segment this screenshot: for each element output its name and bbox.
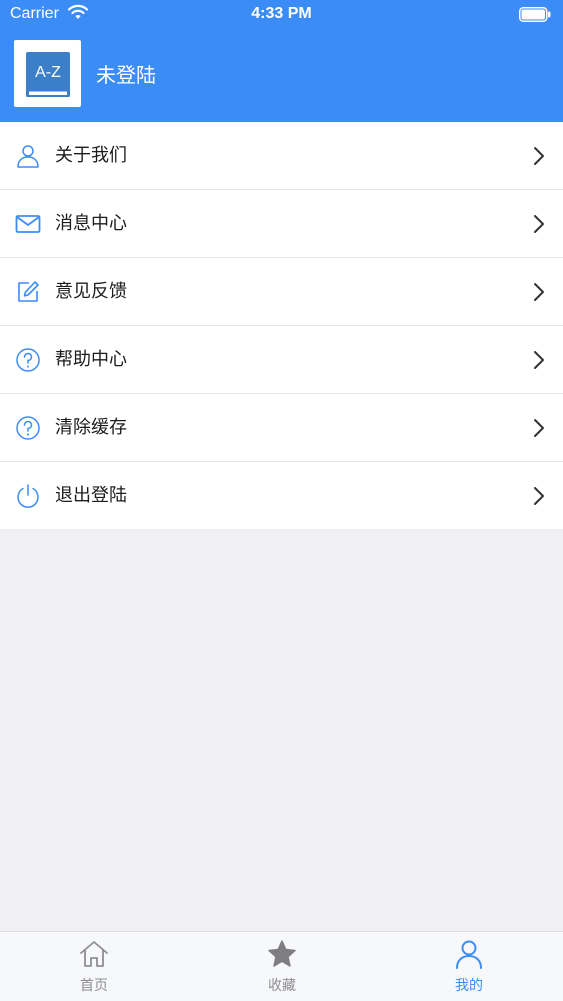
menu-item-logout[interactable]: 退出登陆 bbox=[0, 462, 563, 529]
tab-profile[interactable]: 我的 bbox=[409, 932, 529, 1001]
menu-item-label: 关于我们 bbox=[55, 145, 127, 166]
header: Carrier 4:33 PM A-Z 未登陆 bbox=[0, 0, 563, 122]
mail-icon bbox=[15, 215, 41, 233]
menu-item-label: 退出登陆 bbox=[55, 485, 127, 506]
menu-item-label: 意见反馈 bbox=[55, 281, 127, 302]
help-icon bbox=[16, 348, 40, 372]
settings-menu: 关于我们 消息中心 意见反馈 帮助中心 清除缓存 退出登陆 bbox=[0, 122, 563, 529]
chevron-right-icon bbox=[534, 283, 544, 301]
status-time: 4:33 PM bbox=[251, 5, 312, 22]
star-icon bbox=[268, 940, 296, 967]
menu-item-clear-cache[interactable]: 清除缓存 bbox=[0, 394, 563, 462]
chevron-right-icon bbox=[534, 351, 544, 369]
dictionary-az-icon: A-Z bbox=[26, 52, 70, 97]
menu-item-help[interactable]: 帮助中心 bbox=[0, 326, 563, 394]
tab-favorites[interactable]: 收藏 bbox=[222, 932, 342, 1001]
person-icon bbox=[456, 940, 482, 969]
chevron-right-icon bbox=[534, 215, 544, 233]
edit-icon bbox=[18, 281, 39, 302]
status-bar: Carrier 4:33 PM bbox=[0, 0, 563, 30]
avatar[interactable]: A-Z bbox=[14, 40, 81, 107]
power-icon bbox=[17, 484, 39, 508]
chevron-right-icon bbox=[534, 147, 544, 165]
tab-label: 收藏 bbox=[268, 978, 296, 994]
user-name[interactable]: 未登陆 bbox=[96, 62, 156, 88]
avatar-text: A-Z bbox=[35, 64, 61, 81]
tab-bar: 首页 收藏 我的 bbox=[0, 931, 563, 1001]
tab-label: 首页 bbox=[80, 978, 108, 994]
chevron-right-icon bbox=[534, 419, 544, 437]
help-icon bbox=[16, 416, 40, 440]
battery-icon bbox=[519, 7, 551, 27]
tab-home[interactable]: 首页 bbox=[34, 932, 154, 1001]
menu-item-label: 帮助中心 bbox=[55, 349, 127, 370]
menu-item-feedback[interactable]: 意见反馈 bbox=[0, 258, 563, 326]
menu-item-messages[interactable]: 消息中心 bbox=[0, 190, 563, 258]
menu-item-label: 消息中心 bbox=[55, 213, 127, 234]
chevron-right-icon bbox=[534, 487, 544, 505]
person-icon bbox=[17, 145, 39, 168]
menu-item-label: 清除缓存 bbox=[55, 417, 127, 438]
menu-item-about[interactable]: 关于我们 bbox=[0, 122, 563, 190]
tab-label: 我的 bbox=[455, 978, 483, 994]
home-icon bbox=[80, 941, 108, 967]
